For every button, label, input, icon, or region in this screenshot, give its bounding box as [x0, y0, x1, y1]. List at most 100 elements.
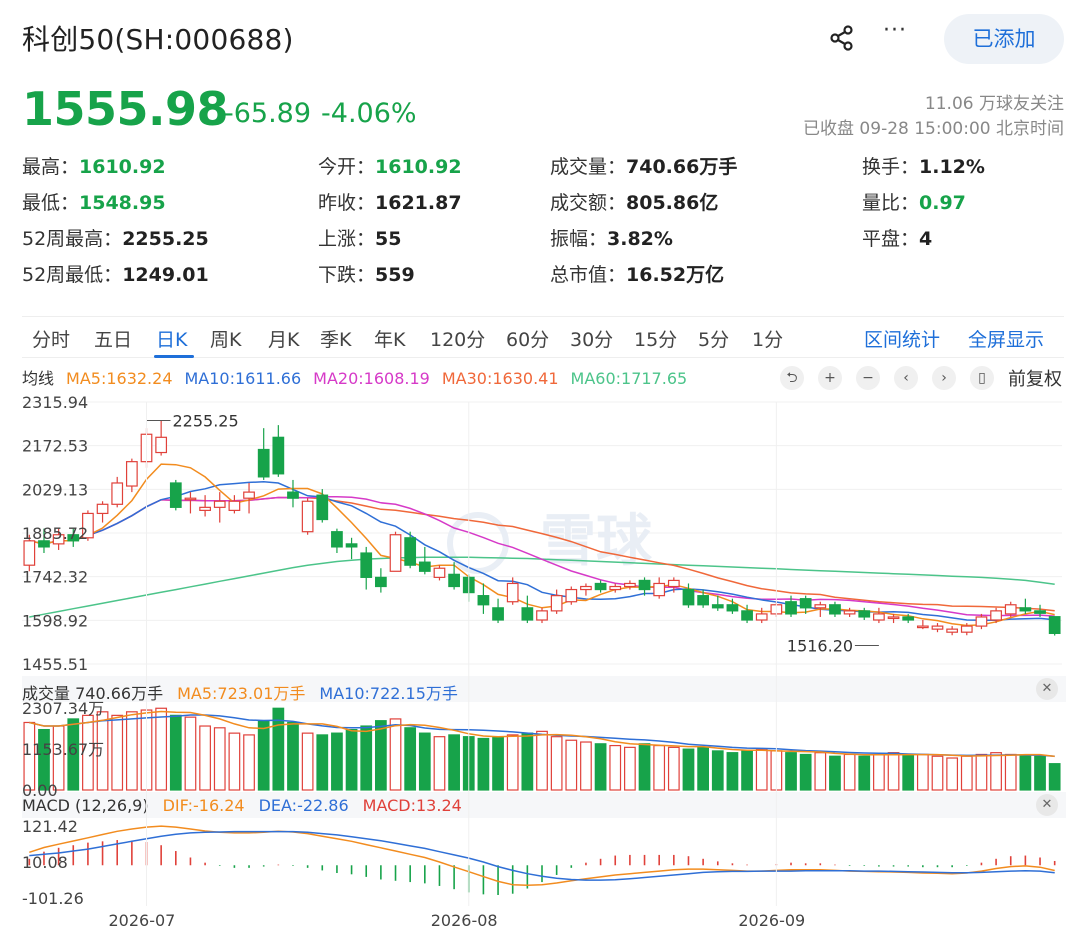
price-axis-label: 2172.53: [22, 437, 88, 456]
candle: [829, 604, 841, 615]
candle: [887, 616, 900, 620]
candle: [624, 582, 636, 588]
volume-bar: [331, 732, 343, 791]
volume-bar: [594, 743, 607, 791]
candle: [125, 461, 138, 487]
volume-bar: [755, 748, 768, 791]
candle: [521, 607, 534, 621]
volume-bar: [667, 746, 680, 791]
volume-bar: [111, 714, 124, 791]
candle: [536, 610, 548, 621]
volume-bar: [887, 752, 900, 791]
volume-bar: [711, 750, 724, 791]
candle: [213, 500, 226, 508]
low-marker-label: 1516.20: [787, 637, 853, 656]
xueqiu-watermark: 雪球: [540, 509, 653, 574]
candle: [594, 582, 607, 591]
volume-bar: [799, 753, 812, 791]
candle: [1048, 616, 1061, 635]
volume-bar: [243, 734, 255, 791]
candle: [990, 610, 1002, 621]
volume-bar: [536, 730, 548, 791]
date-axis-label: 2026-08: [431, 911, 498, 930]
candle: [345, 543, 358, 548]
candle: [946, 628, 959, 633]
candle: [609, 585, 622, 591]
price-axis-label: 1598.92: [22, 611, 88, 630]
candle: [682, 588, 695, 606]
volume-bar: [624, 746, 636, 791]
candle: [873, 613, 885, 621]
candle: [697, 595, 709, 606]
volume-bar: [1004, 753, 1017, 791]
candle: [580, 585, 592, 591]
volume-bar: [287, 721, 299, 791]
candle: [1004, 604, 1017, 615]
candle: [448, 573, 460, 588]
volume-bar: [580, 741, 592, 791]
volume-bar: [1048, 763, 1061, 791]
candle: [404, 537, 417, 566]
price-axis-label: 1885.72: [22, 524, 88, 543]
candle: [711, 604, 724, 609]
volume-bar: [360, 725, 373, 791]
candle: [477, 595, 490, 606]
kline-chart[interactable]: 雪球 2315.94 2172.53 2029.13 1885.72 1742.32 159…: [0, 0, 1080, 936]
volume-bar: [418, 732, 431, 791]
date-axis-label: 2026-07: [109, 911, 176, 930]
volume-bar: [448, 734, 460, 791]
candle: [785, 601, 797, 615]
candle: [843, 610, 856, 615]
candle: [902, 616, 915, 621]
volume-bar: [916, 753, 929, 791]
volume-bar: [213, 727, 226, 791]
candle: [1019, 607, 1032, 612]
volume-bar: [785, 752, 797, 791]
volume-axis-label: 0.00: [22, 781, 58, 800]
candle: [799, 598, 812, 609]
volume-bar: [873, 753, 885, 791]
volume-bar: [375, 720, 387, 791]
volume-bar: [521, 732, 534, 791]
candle: [23, 540, 36, 566]
candle: [726, 604, 739, 612]
candle: [155, 436, 168, 454]
volume-bar: [829, 755, 841, 791]
volume-axis-label: 1153.67万: [22, 740, 104, 759]
volume-bar: [404, 727, 417, 791]
volume-bar: [960, 755, 973, 791]
candle: [375, 576, 387, 588]
volume-bar: [169, 714, 182, 791]
candle: [814, 604, 827, 609]
volume-axis-label: 2307.34万: [22, 699, 104, 718]
volume-bar: [726, 752, 739, 791]
volume-bar: [931, 755, 944, 791]
candle: [755, 613, 768, 621]
candle: [975, 616, 988, 627]
price-axis-label: 1455.51: [22, 655, 88, 674]
candle: [287, 491, 299, 499]
volume-bar: [389, 718, 402, 791]
candle: [960, 625, 973, 633]
date-axis-label: 2026-09: [738, 911, 805, 930]
macd-axis-label: -101.26: [22, 889, 84, 908]
volume-bar: [345, 728, 358, 791]
volume-bar: [1034, 755, 1046, 791]
macd-axis-label: 121.42: [22, 817, 78, 836]
volume-bar: [477, 737, 490, 791]
candle: [858, 610, 871, 618]
candle: [199, 506, 211, 511]
price-axis-label: 1742.32: [22, 568, 88, 587]
candle: [257, 448, 270, 478]
candle: [433, 567, 446, 578]
candle: [492, 607, 504, 621]
candle: [1034, 610, 1046, 614]
candle: [565, 588, 578, 603]
volume-bar: [550, 736, 563, 791]
candle: [184, 497, 197, 501]
volume-bar: [506, 734, 519, 791]
volume-bar: [257, 720, 270, 791]
volume-bar: [1019, 754, 1032, 791]
candle: [653, 582, 666, 597]
volume-bar: [653, 744, 666, 791]
